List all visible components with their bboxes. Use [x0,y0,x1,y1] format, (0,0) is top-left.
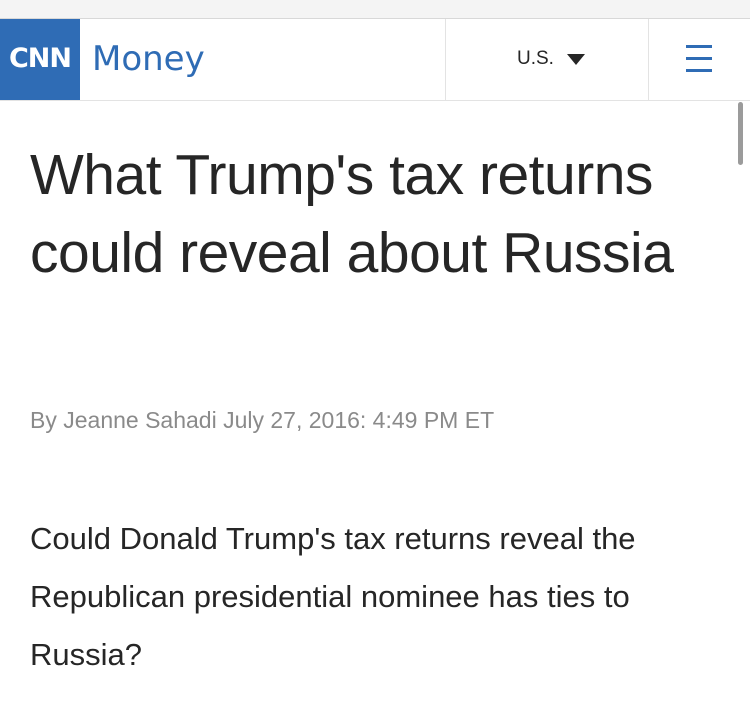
edition-selector[interactable]: U.S. [445,19,649,100]
caret-down-icon [567,54,585,65]
edition-label: U.S. [517,48,554,69]
cnn-logo[interactable]: CNN [0,19,80,100]
hamburger-menu-icon[interactable] [648,19,750,100]
browser-top-bar [0,0,750,19]
menu-line [686,57,712,60]
menu-line [686,45,712,48]
scrollbar-thumb[interactable] [738,102,743,165]
article-byline: By Jeanne Sahadi July 27, 2016: 4:49 PM … [30,407,495,433]
site-header: CNN Money U.S. [0,19,750,101]
brand-name-link[interactable]: Money [92,39,205,79]
article-paragraph: Could Donald Trump's tax returns reveal … [30,521,636,672]
menu-line [686,69,712,72]
logo-text: CNN [8,43,72,74]
article-headline: What Trump's tax returns could reveal ab… [30,143,674,285]
